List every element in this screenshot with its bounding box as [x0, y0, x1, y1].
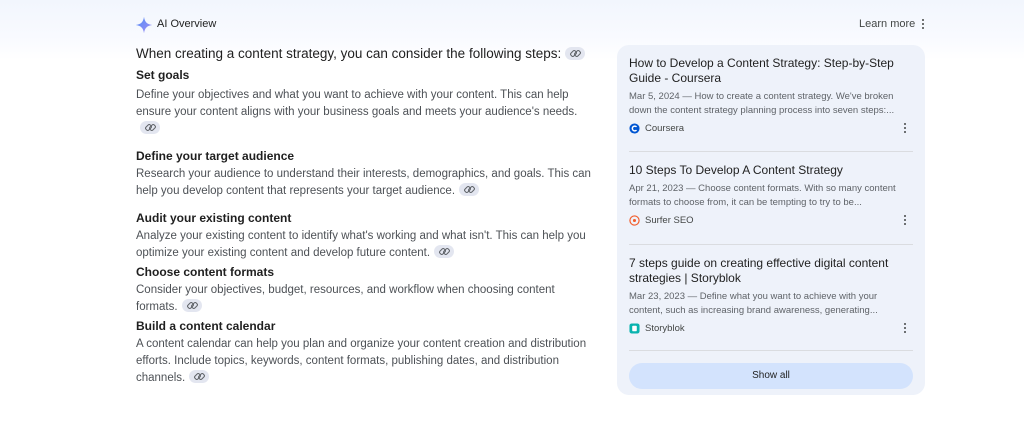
source-site: Storyblok — [629, 321, 913, 337]
step-description: Consider your objectives, budget, resour… — [136, 282, 591, 316]
intro-line: When creating a content strategy, you ca… — [136, 45, 591, 63]
learn-more-link[interactable]: Learn more — [859, 18, 915, 30]
step-description-text: Research your audience to understand the… — [136, 168, 591, 197]
source-card[interactable]: How to Develop a Content Strategy: Step-… — [629, 56, 913, 137]
source-snippet: Apr 21, 2023 — Choose content formats. W… — [629, 183, 896, 208]
link-icon[interactable] — [140, 121, 160, 134]
link-icon[interactable] — [565, 47, 586, 60]
link-icon[interactable] — [459, 183, 480, 196]
step-description: Research your audience to understand the… — [136, 166, 591, 200]
divider — [629, 350, 913, 351]
ai-overview-title: AI Overview — [157, 18, 217, 30]
source-card[interactable]: 10 Steps To Develop A Content Strategy A… — [629, 163, 913, 229]
storyblok-icon — [629, 323, 640, 334]
step-title: Build a content calendar — [136, 319, 276, 333]
source-more-options-icon[interactable] — [901, 321, 909, 335]
source-site-name: Coursera — [645, 123, 685, 134]
divider — [629, 244, 913, 245]
source-site: Surfer SEO — [629, 213, 913, 229]
link-icon[interactable] — [189, 370, 210, 383]
ai-sparkle-icon — [135, 16, 153, 34]
step-description-text: Define your objectives and what you want… — [136, 89, 578, 118]
surfer-seo-icon — [629, 215, 640, 226]
step-item: Set goals Define your objectives and wha… — [136, 67, 591, 138]
source-title[interactable]: How to Develop a Content Strategy: Step-… — [629, 56, 913, 86]
step-title: Audit your existing content — [136, 211, 292, 225]
step-description-text: Analyze your existing content to identif… — [136, 230, 586, 259]
step-description: Analyze your existing content to identif… — [136, 228, 591, 262]
intro-text: When creating a content strategy, you ca… — [136, 46, 562, 61]
step-item: Define your target audience Research you… — [136, 148, 591, 200]
step-title: Set goals — [136, 68, 190, 82]
source-site: Coursera — [629, 121, 913, 137]
step-description: A content calendar can help you plan and… — [136, 336, 591, 387]
sources-panel: How to Develop a Content Strategy: Step-… — [617, 45, 925, 395]
step-description: Define your objectives and what you want… — [136, 87, 591, 138]
step-item: Build a content calendar A content calen… — [136, 318, 591, 387]
source-card[interactable]: 7 steps guide on creating effective digi… — [629, 256, 913, 337]
source-site-name: Surfer SEO — [645, 215, 694, 226]
link-icon[interactable] — [181, 299, 202, 312]
source-title[interactable]: 7 steps guide on creating effective digi… — [629, 256, 913, 286]
step-title: Define your target audience — [136, 149, 295, 163]
source-title[interactable]: 10 Steps To Develop A Content Strategy — [629, 163, 913, 178]
source-snippet: Mar 5, 2024 — How to create a content st… — [629, 91, 895, 116]
ai-overview-header: AI Overview Learn more — [0, 0, 1024, 50]
source-snippet: Mar 23, 2023 — Define what you want to a… — [629, 291, 878, 316]
step-item: Audit your existing content Analyze your… — [136, 210, 591, 262]
source-site-name: Storyblok — [645, 323, 685, 334]
link-icon[interactable] — [434, 245, 455, 258]
source-more-options-icon[interactable] — [901, 213, 909, 227]
step-title: Choose content formats — [136, 265, 275, 279]
more-options-icon[interactable] — [919, 17, 927, 33]
step-item: Choose content formats Consider your obj… — [136, 264, 591, 316]
source-more-options-icon[interactable] — [901, 121, 909, 135]
ai-overview-answer: When creating a content strategy, you ca… — [136, 45, 591, 387]
show-all-button[interactable]: Show all — [629, 363, 913, 389]
divider — [629, 151, 913, 152]
coursera-icon — [629, 123, 640, 134]
